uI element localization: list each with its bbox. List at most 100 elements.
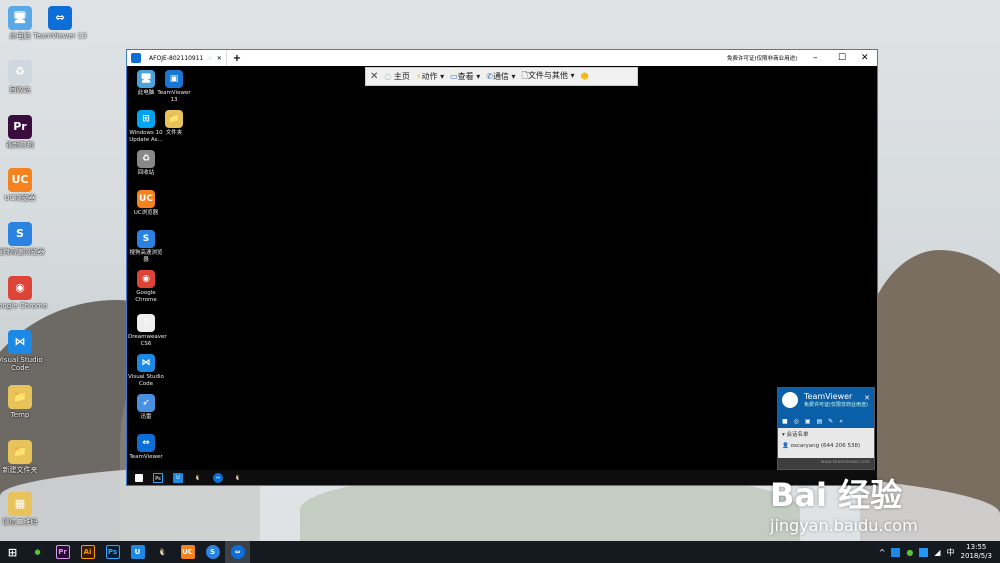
taskbar: ⊞ ● Pr Ai Ps U 🐧 UC S ⇔ ^ ● ◢ 中 13:55 201… — [0, 541, 1000, 563]
icon-label: 回收站 — [137, 170, 155, 176]
session-list-header[interactable]: ▾ 会话名单 — [782, 430, 870, 438]
tab-title: AFOJE-802110911 — [149, 54, 204, 62]
close-session-icon[interactable]: ✕ — [370, 71, 378, 82]
app-icon: ▯ — [137, 314, 155, 332]
teamviewer-logo-icon — [782, 392, 798, 408]
tray-app-icon[interactable] — [891, 547, 901, 557]
taskbar-qq[interactable]: 🐧 — [150, 541, 175, 563]
taskbar-uu[interactable]: U — [125, 541, 150, 563]
teamviewer-panel: TeamViewer 免费许可证(仅限非商业用途) ✕ ■◎▣▤✎« ▾ 会话名… — [777, 387, 875, 470]
app-icon: Pr — [8, 115, 32, 139]
app-icon: S — [8, 222, 32, 246]
network-icon[interactable]: ◢ — [934, 548, 940, 557]
new-tab-button[interactable]: + — [233, 53, 241, 64]
taskbar-wechat[interactable]: ● — [25, 541, 50, 563]
icon-label: UC浏览器 — [4, 194, 36, 202]
desktop-icon[interactable]: ▯ Dreamweaver CS6 — [128, 314, 167, 347]
toolbar-communicate[interactable]: ✆通信 ▾ — [486, 71, 515, 82]
taskbar-premiere[interactable]: Pr — [50, 541, 75, 563]
icon-label: 文件夹 — [165, 130, 183, 136]
desktop-icon[interactable]: ♻ 回收站 — [0, 60, 50, 94]
taskbar-uc[interactable]: UC — [175, 541, 200, 563]
panel-close-icon[interactable]: ✕ — [864, 394, 870, 402]
desktop-icon[interactable]: 📁 文件夹 — [156, 110, 192, 137]
app-icon: ♻ — [137, 150, 155, 168]
tab-remote-session[interactable]: AFOJE-802110911 ☆ ✕ — [145, 50, 227, 66]
remote-taskbar: Ps U 🐧 ⇔ 🐧 — [127, 470, 877, 485]
desktop-icon[interactable]: S 搜狗高速浏览器 — [128, 230, 164, 263]
desktop-icon[interactable]: 📁 新建文件夹 — [0, 440, 50, 474]
app-icon: ▦ — [8, 492, 32, 516]
app-icon: 📁 — [165, 110, 183, 128]
remote-uu-icon[interactable]: U — [173, 472, 183, 483]
teamviewer-remote-window[interactable]: AFOJE-802110911 ☆ ✕ + 免费许可证(仅限非商业用途) – ☐… — [126, 49, 878, 486]
desktop-icon[interactable]: ◉ Google Chrome — [128, 270, 164, 303]
close-button[interactable]: ✕ — [861, 53, 869, 63]
desktop-icon[interactable]: ▦ 微信二维码 — [0, 492, 50, 526]
icon-label: 迅雷 — [140, 414, 152, 420]
desktop-icon[interactable]: ⇔ TeamViewer 13 — [30, 6, 90, 40]
desktop-icon[interactable]: S 搜狗高速浏览器 — [0, 222, 50, 256]
app-icon: S — [137, 230, 155, 248]
close-tab-icon[interactable]: ✕ — [217, 55, 222, 62]
start-button[interactable]: ⊞ — [0, 541, 25, 563]
remote-qq2-icon[interactable]: 🐧 — [233, 473, 243, 483]
icon-label: TeamViewer — [129, 454, 163, 460]
desktop-icon[interactable]: Pr 视频剪辑 — [0, 115, 50, 149]
app-icon: 🖥 — [137, 70, 155, 88]
desktop-icon[interactable]: ⋈ Visual Studio Code — [0, 330, 50, 372]
desktop-icon[interactable]: UC UC浏览器 — [0, 168, 50, 202]
app-icon: ⊞ — [137, 110, 155, 128]
tray-shield-icon[interactable] — [919, 547, 929, 557]
tray-expand-icon[interactable]: ^ — [879, 548, 886, 557]
ime-indicator[interactable]: 中 — [947, 547, 955, 558]
icon-label: 视频剪辑 — [6, 141, 34, 149]
tray-wechat-icon[interactable]: ● — [906, 548, 913, 557]
desktop-icon[interactable]: 📁 Temp — [0, 385, 50, 419]
desktop-icon[interactable]: ⋈ Visual Studio Code — [128, 354, 164, 387]
app-icon: ➶ — [137, 394, 155, 412]
desktop-icon[interactable]: ▣ TeamViewer 13 — [156, 70, 192, 103]
desktop-icon[interactable]: UC UC浏览器 — [128, 190, 164, 217]
desktop-icon[interactable]: ♻ 回收站 — [128, 150, 164, 177]
desktop-icon[interactable]: ◉ Google Chrome — [0, 276, 50, 310]
remote-teamviewer-icon[interactable]: ⇔ — [213, 472, 223, 483]
feedback-smiley-icon[interactable]: ☻ — [581, 72, 589, 81]
app-icon: 📁 — [8, 440, 32, 464]
app-icon: 🖥 — [8, 6, 32, 30]
taskbar-teamviewer[interactable]: ⇔ — [225, 541, 250, 563]
icon-label: TeamViewer 13 — [33, 32, 87, 40]
clock[interactable]: 13:55 2018/5/3 — [961, 543, 992, 561]
taskbar-photoshop[interactable]: Ps — [100, 541, 125, 563]
maximize-button[interactable]: ☐ — [838, 53, 846, 63]
panel-actions-icons[interactable]: ■◎▣▤✎« — [782, 418, 849, 425]
panel-subtitle: 免费许可证(仅限非商业用途) — [804, 402, 868, 408]
icon-label: 回收站 — [9, 86, 31, 94]
teamviewer-logo-icon — [131, 53, 141, 63]
remote-qq-icon[interactable]: 🐧 — [193, 473, 203, 483]
panel-footer[interactable]: www.teamviewer.com — [778, 458, 874, 467]
app-icon: ▣ — [165, 70, 183, 88]
icon-label: Temp — [10, 411, 30, 419]
taskbar-illustrator[interactable]: Ai — [75, 541, 100, 563]
app-icon: ⇔ — [48, 6, 72, 30]
minimize-button[interactable]: – — [813, 53, 818, 63]
toolbar-actions[interactable]: ⚡动作 ▾ — [416, 71, 444, 82]
remote-start-icon[interactable] — [135, 473, 143, 482]
icon-label: Dreamweaver CS6 — [128, 334, 167, 347]
desktop-icon[interactable]: ➶ 迅雷 — [128, 394, 164, 421]
toolbar-home[interactable]: ◌ 主页 — [384, 71, 410, 82]
toolbar-view[interactable]: ▭查看 ▾ — [450, 71, 480, 82]
app-icon: ⇔ — [137, 434, 155, 452]
app-icon: ◉ — [137, 270, 155, 288]
app-icon: UC — [8, 168, 32, 192]
remote-photoshop-icon[interactable]: Ps — [153, 472, 163, 483]
session-item[interactable]: 👤 oscaryang (644 206 538) — [782, 443, 870, 449]
desktop-icon[interactable]: ⇔ TeamViewer — [128, 434, 164, 461]
app-icon: ◉ — [8, 276, 32, 300]
star-icon[interactable]: ☆ — [207, 55, 212, 62]
taskbar-sogou[interactable]: S — [200, 541, 225, 563]
icon-label: UC浏览器 — [133, 210, 159, 216]
monitor-icon: ▭ — [450, 72, 458, 81]
toolbar-files[interactable]: 🗋文件与其他 ▾ — [522, 70, 575, 84]
